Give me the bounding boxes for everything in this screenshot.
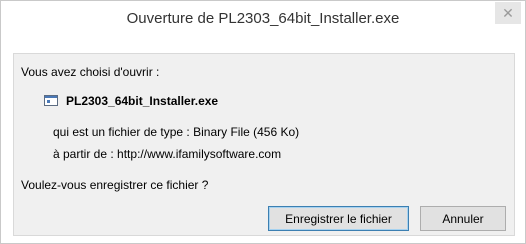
file-type-line: qui est un fichier de type : Binary File… [53,125,299,139]
dialog-content: Vous avez choisi d'ouvrir : PL2303_64bit… [13,53,515,236]
file-source-label: à partir de : [53,147,114,161]
file-source-url: http://www.ifamilysoftware.com [117,147,282,161]
window-title: Ouverture de PL2303_64bit_Installer.exe [126,10,400,27]
close-button[interactable]: ✕ [495,2,521,24]
download-dialog-window: Ouverture de PL2303_64bit_Installer.exe … [0,0,526,244]
application-file-icon [44,95,58,106]
save-question-text: Voulez-vous enregistrer ce fichier ? [21,178,209,192]
open-prompt-text: Vous avez choisi d'ouvrir : [21,65,160,79]
file-type-label: qui est un fichier de type : [53,125,190,139]
file-type-value: Binary File (456 Ko) [193,125,300,139]
save-file-button[interactable]: Enregistrer le fichier [268,206,409,231]
file-name: PL2303_64bit_Installer.exe [66,94,219,108]
file-source-line: à partir de : http://www.ifamilysoftware… [53,147,281,161]
cancel-button[interactable]: Annuler [420,206,506,231]
title-bar[interactable]: Ouverture de PL2303_64bit_Installer.exe … [1,1,525,37]
close-icon: ✕ [502,5,514,21]
